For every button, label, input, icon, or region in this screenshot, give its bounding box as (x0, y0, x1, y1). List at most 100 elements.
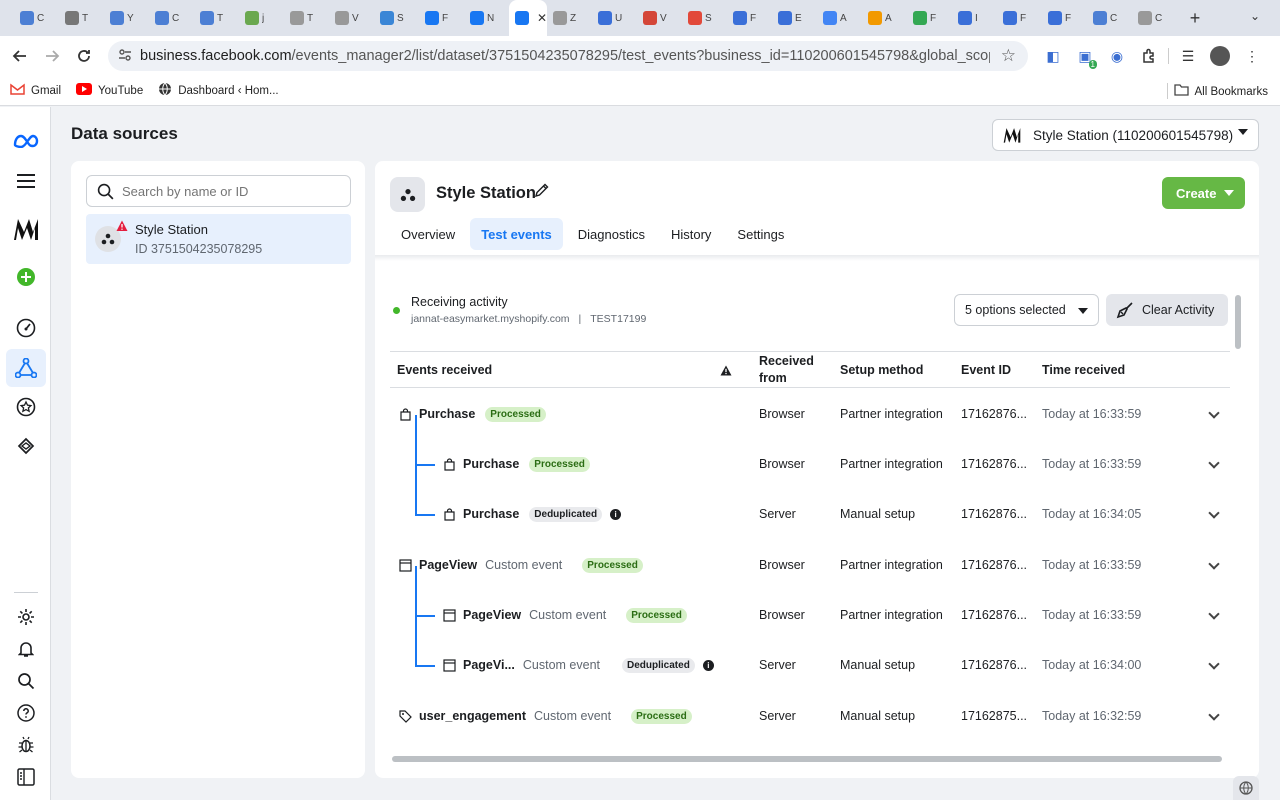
partner-handshake-icon[interactable] (12, 432, 40, 460)
event-filter-select[interactable]: 5 options selected (954, 294, 1099, 326)
bug-icon[interactable] (12, 731, 40, 759)
gauge-icon[interactable] (12, 314, 40, 342)
tab-test-events[interactable]: Test events (470, 218, 563, 250)
puzzle-icon[interactable] (1136, 43, 1162, 69)
browser-tab[interactable]: T (284, 0, 329, 36)
table-row[interactable]: PageView Custom event Processed Browser Part… (390, 540, 1230, 590)
eye-icon[interactable]: ◉ (1104, 43, 1130, 69)
search-input[interactable] (122, 183, 342, 199)
table-row[interactable]: PageView Custom event Processed Browser Part… (390, 590, 1230, 640)
event-name: user_engagement (419, 709, 526, 723)
col-setup-method[interactable]: Setup method (840, 352, 923, 388)
col-event-id[interactable]: Event ID (961, 352, 1011, 388)
back-icon[interactable] (4, 40, 36, 72)
browser-tab[interactable]: E (772, 0, 817, 36)
chevron-down-icon[interactable] (1208, 407, 1220, 419)
browser-tab[interactable]: j (239, 0, 284, 36)
extension-icon[interactable]: ◧ (1040, 43, 1066, 69)
col-received-from[interactable]: Received from (759, 352, 829, 388)
meta-logo-icon[interactable] (12, 127, 40, 155)
search-box[interactable] (86, 175, 351, 207)
browser-tab[interactable]: N (464, 0, 509, 36)
col-events-received[interactable]: Events received (397, 352, 492, 388)
help-icon[interactable] (12, 699, 40, 727)
data-sources-icon[interactable] (12, 354, 40, 382)
business-logo[interactable] (12, 215, 40, 243)
site-info-icon[interactable] (118, 48, 140, 65)
chevron-down-icon[interactable] (1208, 608, 1220, 620)
browser-tab[interactable]: C (1132, 0, 1177, 36)
tab-diagnostics[interactable]: Diagnostics (567, 218, 656, 250)
clear-activity-button[interactable]: Clear Activity (1106, 294, 1228, 326)
tab-overview[interactable]: Overview (390, 218, 466, 250)
browser-tab[interactable]: C (14, 0, 59, 36)
bookmark-gmail[interactable]: Gmail (10, 83, 61, 98)
browser-tab[interactable]: S (682, 0, 727, 36)
browser-tab[interactable]: A (862, 0, 907, 36)
search-icon[interactable] (12, 667, 40, 695)
table-row[interactable]: PageVi... Custom event Deduplicated i Server… (390, 640, 1230, 690)
browser-tab[interactable]: F (727, 0, 772, 36)
table-row[interactable]: Purchase Deduplicated i Server Manual setup 1… (390, 489, 1230, 539)
info-icon[interactable]: i (702, 659, 714, 671)
browser-tab[interactable]: F (1042, 0, 1087, 36)
browser-tab[interactable]: Z (547, 0, 592, 36)
browser-tab[interactable]: F (907, 0, 952, 36)
data-source-item[interactable]: Style Station ID 3751504235078295 (86, 214, 351, 264)
extensions-area: ◧ ▣ 1 ◉ ☰ ⋮ (1040, 43, 1265, 69)
table-row[interactable]: Purchase Processed Browser Partner integrat… (390, 389, 1230, 439)
chevron-down-icon[interactable] (1208, 558, 1220, 570)
browser-tab[interactable]: T (59, 0, 104, 36)
forward-icon[interactable] (36, 40, 68, 72)
help-globe-icon[interactable] (1233, 776, 1259, 800)
horizontal-scrollbar[interactable] (392, 756, 1222, 762)
hamburger-menu-icon[interactable] (12, 167, 40, 195)
browser-tab[interactable]: C (1087, 0, 1132, 36)
browser-tab[interactable]: V (637, 0, 682, 36)
info-icon[interactable]: i (610, 508, 622, 520)
vertical-scrollbar[interactable] (1235, 295, 1241, 349)
browser-tab[interactable]: E✕ (509, 0, 547, 36)
tab-search-icon[interactable]: ⌄ (1250, 9, 1260, 23)
profile-avatar[interactable] (1207, 43, 1233, 69)
star-badge-icon[interactable] (12, 393, 40, 421)
tab-history[interactable]: History (660, 218, 722, 250)
all-bookmarks[interactable]: All Bookmarks (1173, 84, 1268, 99)
panel-toggle-icon[interactable] (12, 763, 40, 791)
bookmark-youtube[interactable]: YouTube (76, 83, 143, 98)
extension-icon[interactable]: ▣ 1 (1072, 43, 1098, 69)
bookmark-star-icon[interactable]: ☆ (1001, 46, 1016, 66)
browser-tab[interactable]: C (149, 0, 194, 36)
bookmark-dashboard[interactable]: Dashboard ‹ Hom... (158, 82, 279, 99)
create-button[interactable]: Create (1162, 177, 1245, 209)
data-sources-list-panel: Style Station ID 3751504235078295 (71, 161, 365, 778)
tab-settings[interactable]: Settings (726, 218, 795, 250)
add-circle-icon[interactable] (12, 263, 40, 291)
browser-tab[interactable]: F (419, 0, 464, 36)
settings-gear-icon[interactable] (12, 603, 40, 631)
bell-icon[interactable] (12, 635, 40, 663)
browser-tab[interactable]: S (374, 0, 419, 36)
reading-list-icon[interactable]: ☰ (1175, 43, 1201, 69)
chevron-down-icon[interactable] (1208, 507, 1220, 519)
new-tab-button[interactable]: + (1183, 6, 1207, 30)
chevron-down-icon[interactable] (1208, 457, 1220, 469)
chevron-down-icon[interactable] (1208, 658, 1220, 670)
browser-tab[interactable]: F (997, 0, 1042, 36)
browser-tab[interactable]: Y (104, 0, 149, 36)
browser-tab[interactable]: I (952, 0, 997, 36)
chevron-down-icon[interactable] (1208, 709, 1220, 721)
menu-icon[interactable]: ⋮ (1239, 43, 1265, 69)
reload-icon[interactable] (68, 40, 100, 72)
browser-tab[interactable]: V (329, 0, 374, 36)
table-row[interactable]: Purchase Processed Browser Partner integrat… (390, 439, 1230, 489)
address-bar[interactable]: business.facebook.com/events_manager2/li… (108, 41, 1028, 71)
browser-tab[interactable]: T (194, 0, 239, 36)
col-time-received[interactable]: Time received (1042, 352, 1125, 388)
close-tab-icon[interactable]: ✕ (537, 11, 547, 25)
account-selector[interactable]: Style Station (110200601545798) (992, 119, 1259, 151)
table-row[interactable]: user_engagement Custom event Processed Serv… (390, 691, 1230, 741)
browser-tab[interactable]: U (592, 0, 637, 36)
browser-tab[interactable]: A (817, 0, 862, 36)
edit-pencil-icon[interactable] (534, 183, 549, 203)
